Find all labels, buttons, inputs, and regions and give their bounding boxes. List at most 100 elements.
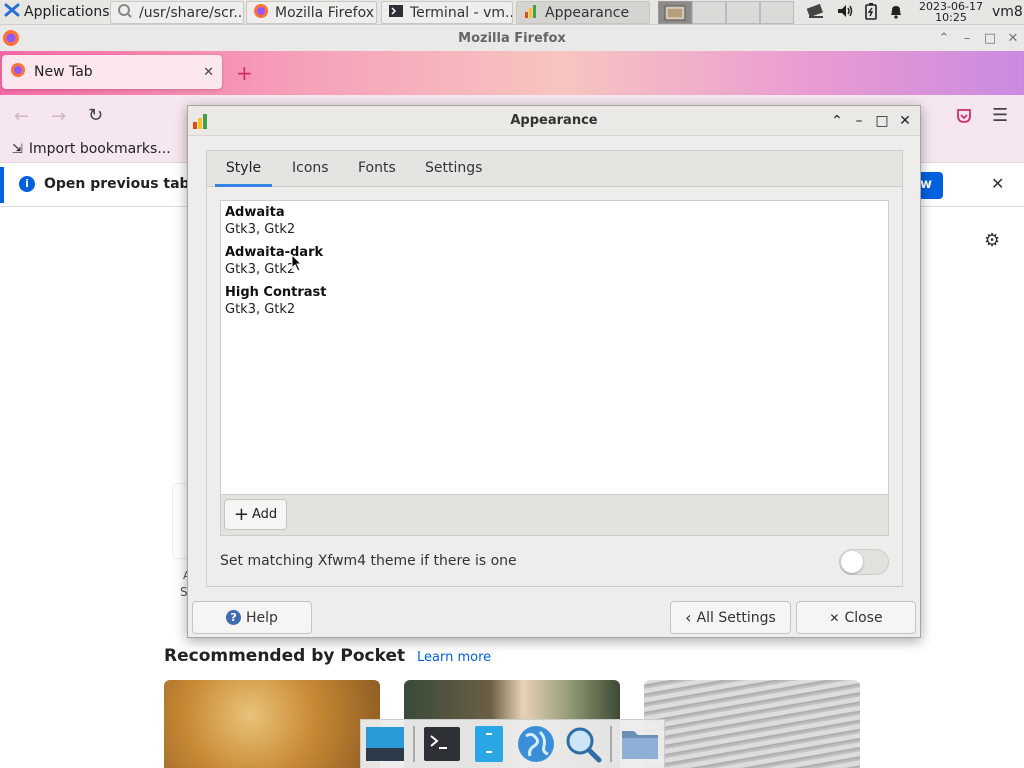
back-icon[interactable]: ← <box>14 106 29 127</box>
task-file-manager[interactable]: /usr/share/scr... <box>110 1 244 24</box>
dialog-maximize-icon[interactable]: □ <box>873 112 891 130</box>
info-icon: i <box>19 176 35 192</box>
tab-settings[interactable]: Settings <box>417 151 490 187</box>
forward-icon[interactable]: → <box>51 106 66 127</box>
dialog-titlebar[interactable]: Appearance ⌃ – □ ✕ <box>188 106 920 136</box>
dock-terminal-icon[interactable] <box>423 723 461 765</box>
import-icon: ⇲ <box>12 141 23 157</box>
firefox-titlebar: Mozilla Firefox ⌃ – □ ✕ <box>0 25 1024 51</box>
theme-list[interactable]: Adwaita Gtk3, Gtk2 Adwaita-dark Gtk3, Gt… <box>220 200 889 495</box>
close-button[interactable]: ✕ Close <box>796 601 916 634</box>
applications-menu[interactable]: Applications ⁝ <box>0 0 121 25</box>
theme-item-high-contrast[interactable]: High Contrast Gtk3, Gtk2 <box>225 284 327 318</box>
appearance-icon <box>523 3 539 23</box>
workspace-2[interactable] <box>692 1 726 24</box>
notification-bell-icon[interactable] <box>888 3 904 23</box>
mouse-cursor-icon <box>291 253 303 276</box>
network-icon[interactable] <box>806 3 826 23</box>
dialog-title: Appearance <box>510 113 598 128</box>
theme-item-adwaita-dark[interactable]: Adwaita-dark Gtk3, Gtk2 <box>225 244 323 278</box>
help-button[interactable]: ? Help <box>192 601 312 634</box>
reload-icon[interactable]: ↻ <box>88 105 103 126</box>
close-tab-icon[interactable]: ✕ <box>203 65 214 80</box>
top-panel: Applications ⁝ /usr/share/scr... Mozilla… <box>0 0 1024 25</box>
dialog-shade-icon[interactable]: ⌃ <box>828 112 846 130</box>
new-tab-button[interactable]: + <box>236 61 253 85</box>
plus-icon: + <box>233 503 249 525</box>
task-label: Mozilla Firefox <box>275 4 375 21</box>
theme-item-adwaita[interactable]: Adwaita Gtk3, Gtk2 <box>225 204 295 238</box>
tab-label: New Tab <box>34 64 93 80</box>
firefox-tabstrip: New Tab ✕ + <box>0 51 1024 95</box>
firefox-window-title: Mozilla Firefox <box>458 31 566 46</box>
pocket-icon[interactable] <box>955 107 973 129</box>
clock[interactable]: 2023-06-17 10:25 <box>916 1 986 23</box>
tab-style[interactable]: Style <box>215 151 272 187</box>
dock-separator <box>610 726 613 762</box>
task-terminal[interactable]: Terminal - vm... <box>381 1 513 24</box>
dock-web-browser-icon[interactable] <box>516 723 556 765</box>
theme-name: Adwaita <box>225 205 285 220</box>
tab-fonts[interactable]: Fonts <box>350 151 404 187</box>
ff-maximize-icon[interactable]: □ <box>981 29 999 47</box>
import-bookmarks-item[interactable]: ⇲ Import bookmarks... <box>12 141 171 157</box>
chevron-left-icon: ‹ <box>685 607 692 627</box>
pocket-heading: Recommended by Pocket <box>164 646 406 666</box>
xfwm-theme-toggle[interactable] <box>839 549 889 575</box>
import-bookmarks-label: Import bookmarks... <box>28 141 171 157</box>
theme-name: Adwaita-dark <box>225 245 324 260</box>
file-manager-icon <box>117 3 133 23</box>
workspace-1[interactable] <box>658 1 692 24</box>
dock-files-icon[interactable] <box>469 723 507 765</box>
notice-text: Open previous tabs <box>44 176 198 192</box>
add-label: Add <box>251 507 278 522</box>
theme-name: High Contrast <box>225 285 327 300</box>
pocket-card-image-dictionary[interactable] <box>644 680 860 768</box>
theme-toolkits: Gtk3, Gtk2 <box>225 222 296 237</box>
dock <box>360 719 665 768</box>
xfwm-theme-label: Set matching Xfwm4 theme if there is one <box>220 553 517 569</box>
menu-icon[interactable]: ☰ <box>992 105 1008 126</box>
task-label: /usr/share/scr... <box>139 4 244 21</box>
task-label: Appearance <box>545 4 630 21</box>
all-settings-label: All Settings <box>696 609 776 626</box>
battery-icon[interactable] <box>864 2 878 24</box>
clock-time: 10:25 <box>935 11 967 24</box>
task-label: Terminal - vm... <box>410 4 513 21</box>
ff-close-icon[interactable]: ✕ <box>1004 29 1022 47</box>
settings-gear-icon[interactable]: ⚙ <box>984 230 1000 251</box>
dock-folder-icon[interactable] <box>620 723 660 765</box>
ff-minimize-icon[interactable]: – <box>958 29 976 47</box>
dialog-minimize-icon[interactable]: – <box>850 112 868 130</box>
help-label: Help <box>246 609 278 626</box>
pocket-card-image-food[interactable] <box>164 680 380 768</box>
workspace-switcher[interactable] <box>658 0 794 25</box>
appearance-dialog: Appearance ⌃ – □ ✕ Style Icons Fonts Set… <box>187 105 921 638</box>
toggle-knob <box>841 551 863 573</box>
notice-accent-bar <box>0 167 4 203</box>
user-label[interactable]: vm8 <box>992 4 1023 20</box>
dock-show-desktop-icon[interactable] <box>365 723 405 765</box>
task-appearance[interactable]: Appearance <box>516 1 650 24</box>
theme-list-toolbar: + Add <box>220 495 889 536</box>
add-theme-button[interactable]: + Add <box>224 499 287 530</box>
close-x-icon: ✕ <box>829 610 840 625</box>
task-firefox[interactable]: Mozilla Firefox <box>246 1 377 24</box>
applications-label: Applications <box>24 4 110 20</box>
workspace-4[interactable] <box>760 1 794 24</box>
pocket-learn-more-link[interactable]: Learn more <box>417 650 491 665</box>
settings-notebook: Style Icons Fonts Settings Adwaita Gtk3,… <box>206 150 903 587</box>
tab-icons[interactable]: Icons <box>284 151 337 187</box>
firefox-icon <box>10 62 26 82</box>
tab-new-tab[interactable]: New Tab ✕ <box>2 55 222 89</box>
workspace-3[interactable] <box>726 1 760 24</box>
ff-shade-icon[interactable]: ⌃ <box>935 29 953 47</box>
tab-bar: Style Icons Fonts Settings <box>207 151 902 187</box>
all-settings-button[interactable]: ‹ All Settings <box>670 601 791 634</box>
notice-close-icon[interactable]: ✕ <box>991 174 1004 193</box>
theme-toolkits: Gtk3, Gtk2 <box>225 302 296 317</box>
volume-icon[interactable] <box>836 3 854 23</box>
dock-search-icon[interactable] <box>564 723 602 765</box>
dialog-close-icon[interactable]: ✕ <box>896 112 914 130</box>
firefox-icon <box>253 3 269 23</box>
